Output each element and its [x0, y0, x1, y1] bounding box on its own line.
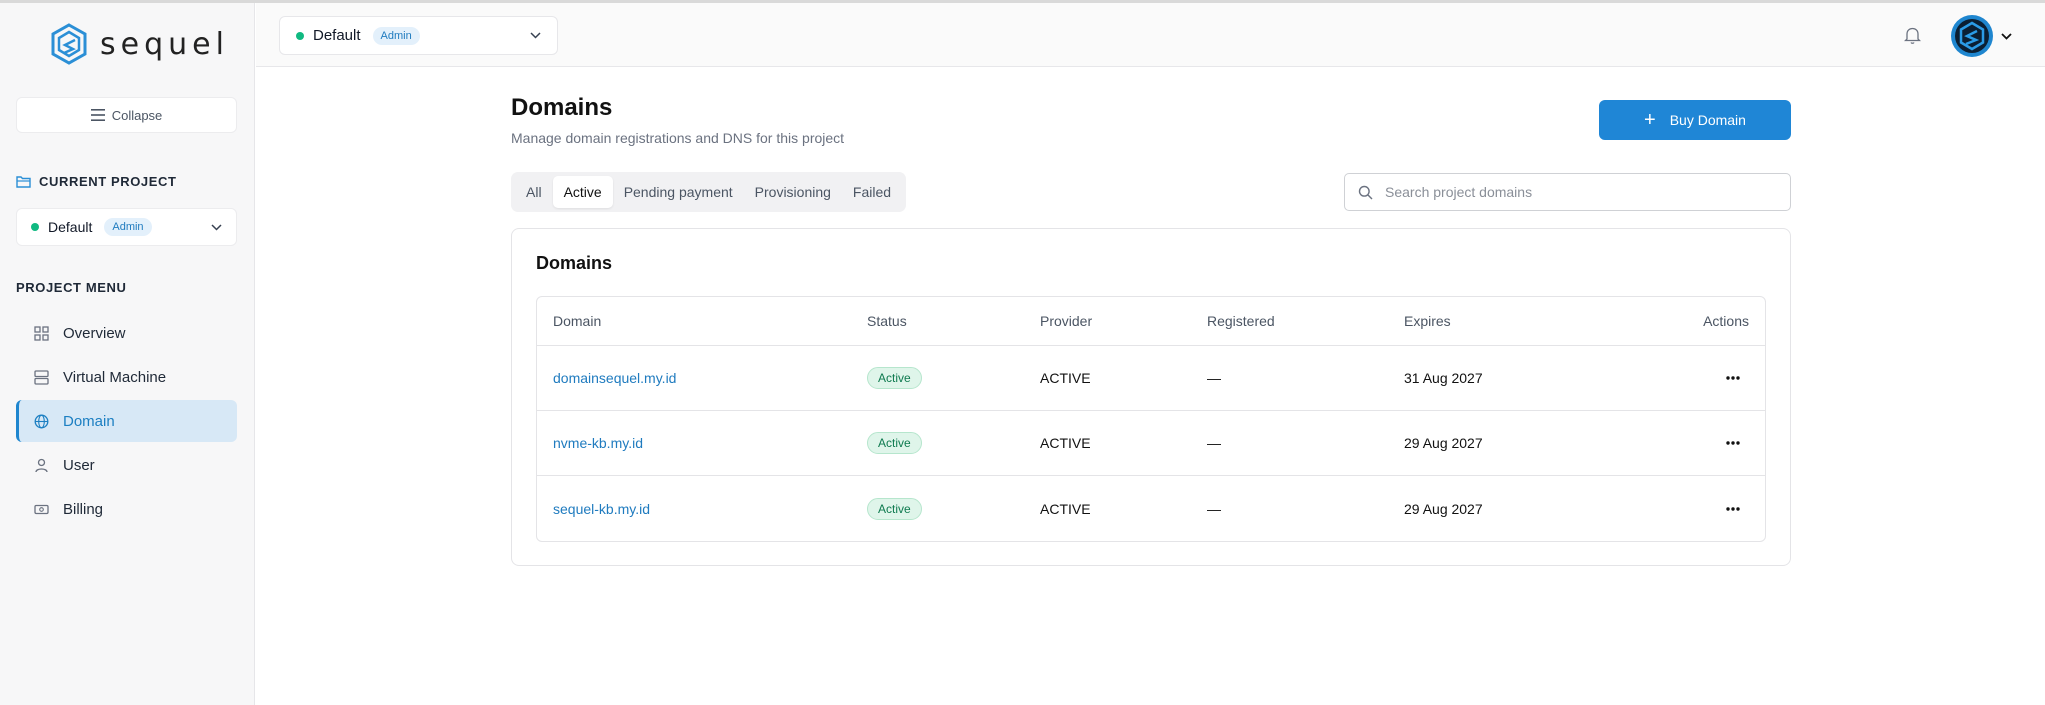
status-tabs: All Active Pending payment Provisioning …	[511, 172, 907, 212]
sidebar: sequel Collapse CURRENT PROJECT Default …	[0, 3, 255, 705]
column-header-actions: Actions	[1703, 313, 1749, 329]
role-badge: Admin	[372, 26, 420, 45]
registered-cell: —	[1207, 500, 1221, 517]
column-header-registered: Registered	[1207, 313, 1275, 329]
logo[interactable]: sequel	[50, 23, 229, 65]
chevron-down-icon	[211, 223, 222, 231]
column-header-provider: Provider	[1040, 313, 1093, 329]
table-row: domainsequel.my.id Active ACTIVE — 31 Au…	[537, 346, 1765, 411]
provider-cell: ACTIVE	[1040, 370, 1091, 386]
expires-cell: 29 Aug 2027	[1404, 500, 1483, 517]
search-input[interactable]	[1385, 184, 1765, 200]
search-icon	[1358, 185, 1373, 199]
status-badge: Active	[867, 367, 922, 389]
user-icon	[35, 458, 48, 472]
status-dot	[31, 223, 39, 231]
collapse-label: Collapse	[111, 107, 163, 123]
table-row: nvme-kb.my.id Active ACTIVE — 29 Aug 202…	[537, 411, 1765, 476]
menu-icon	[90, 109, 105, 121]
chevron-down-icon	[530, 32, 541, 39]
card-title: Domains	[536, 253, 613, 273]
sidebar-project-select[interactable]: Default Admin	[16, 208, 237, 246]
server-icon	[34, 369, 49, 385]
more-actions-icon[interactable]	[1724, 375, 1742, 381]
tab-provisioning[interactable]: Provisioning	[744, 176, 842, 208]
sidebar-item-user[interactable]: User	[16, 444, 237, 486]
table-row: sequel-kb.my.id Active ACTIVE — 29 Aug 2…	[537, 476, 1765, 541]
expires-cell: 29 Aug 2027	[1404, 435, 1483, 451]
globe-icon	[34, 414, 49, 428]
registered-cell: —	[1207, 370, 1221, 386]
collapse-button[interactable]: Collapse	[16, 97, 237, 133]
project-name: Default	[313, 27, 361, 44]
provider-cell: ACTIVE	[1040, 435, 1091, 451]
domain-link[interactable]: domainsequel.my.id	[553, 370, 676, 386]
bell-icon[interactable]	[1904, 26, 1921, 45]
sidebar-item-virtual-machine[interactable]: Virtual Machine	[16, 356, 237, 398]
more-actions-icon[interactable]	[1724, 506, 1742, 512]
domains-card: Domains Domain Status Provider Registere…	[511, 228, 1791, 566]
avatar-logo-icon	[1955, 19, 1989, 53]
buy-domain-button[interactable]: + Buy Domain	[1599, 100, 1791, 140]
page-title: Domains	[511, 94, 613, 121]
status-badge: Active	[867, 432, 922, 454]
avatar[interactable]	[1951, 15, 1993, 57]
tab-all[interactable]: All	[515, 176, 553, 208]
topbar: Default Admin	[256, 3, 2045, 67]
search-box	[1344, 173, 1791, 211]
domain-link[interactable]: nvme-kb.my.id	[553, 435, 643, 451]
sidebar-item-domain[interactable]: Domain	[16, 400, 237, 442]
page-subtitle: Manage domain registrations and DNS for …	[511, 130, 845, 146]
folder-icon	[16, 176, 31, 188]
sidebar-item-overview[interactable]: Overview	[16, 312, 237, 354]
sequel-logo-icon	[51, 23, 87, 65]
domain-link[interactable]: sequel-kb.my.id	[553, 501, 650, 517]
project-switcher[interactable]: Default Admin	[279, 16, 558, 55]
grid-icon	[34, 325, 49, 341]
project-menu-heading: PROJECT MENU	[16, 280, 127, 295]
more-actions-icon[interactable]	[1724, 440, 1742, 446]
table-header: Domain Status Provider Registered Expire…	[537, 297, 1765, 346]
tab-failed[interactable]: Failed	[842, 176, 902, 208]
tab-active[interactable]: Active	[552, 176, 613, 208]
role-badge: Admin	[104, 218, 152, 236]
app-name: sequel	[100, 26, 229, 62]
registered-cell: —	[1207, 435, 1221, 451]
column-header-expires: Expires	[1404, 313, 1451, 329]
column-header-status: Status	[867, 313, 907, 329]
project-name: Default	[48, 219, 93, 235]
tab-pending-payment[interactable]: Pending payment	[613, 176, 744, 208]
billing-icon	[34, 504, 49, 514]
chevron-down-icon[interactable]	[2001, 33, 2012, 40]
sidebar-item-billing[interactable]: Billing	[16, 488, 237, 530]
domains-table: Domain Status Provider Registered Expire…	[536, 296, 1766, 542]
status-dot	[296, 31, 304, 40]
provider-cell: ACTIVE	[1040, 500, 1091, 517]
column-header-domain: Domain	[553, 313, 602, 329]
expires-cell: 31 Aug 2027	[1404, 370, 1483, 386]
current-project-heading: CURRENT PROJECT	[16, 174, 177, 189]
plus-icon: +	[1644, 109, 1656, 131]
status-badge: Active	[867, 497, 922, 520]
